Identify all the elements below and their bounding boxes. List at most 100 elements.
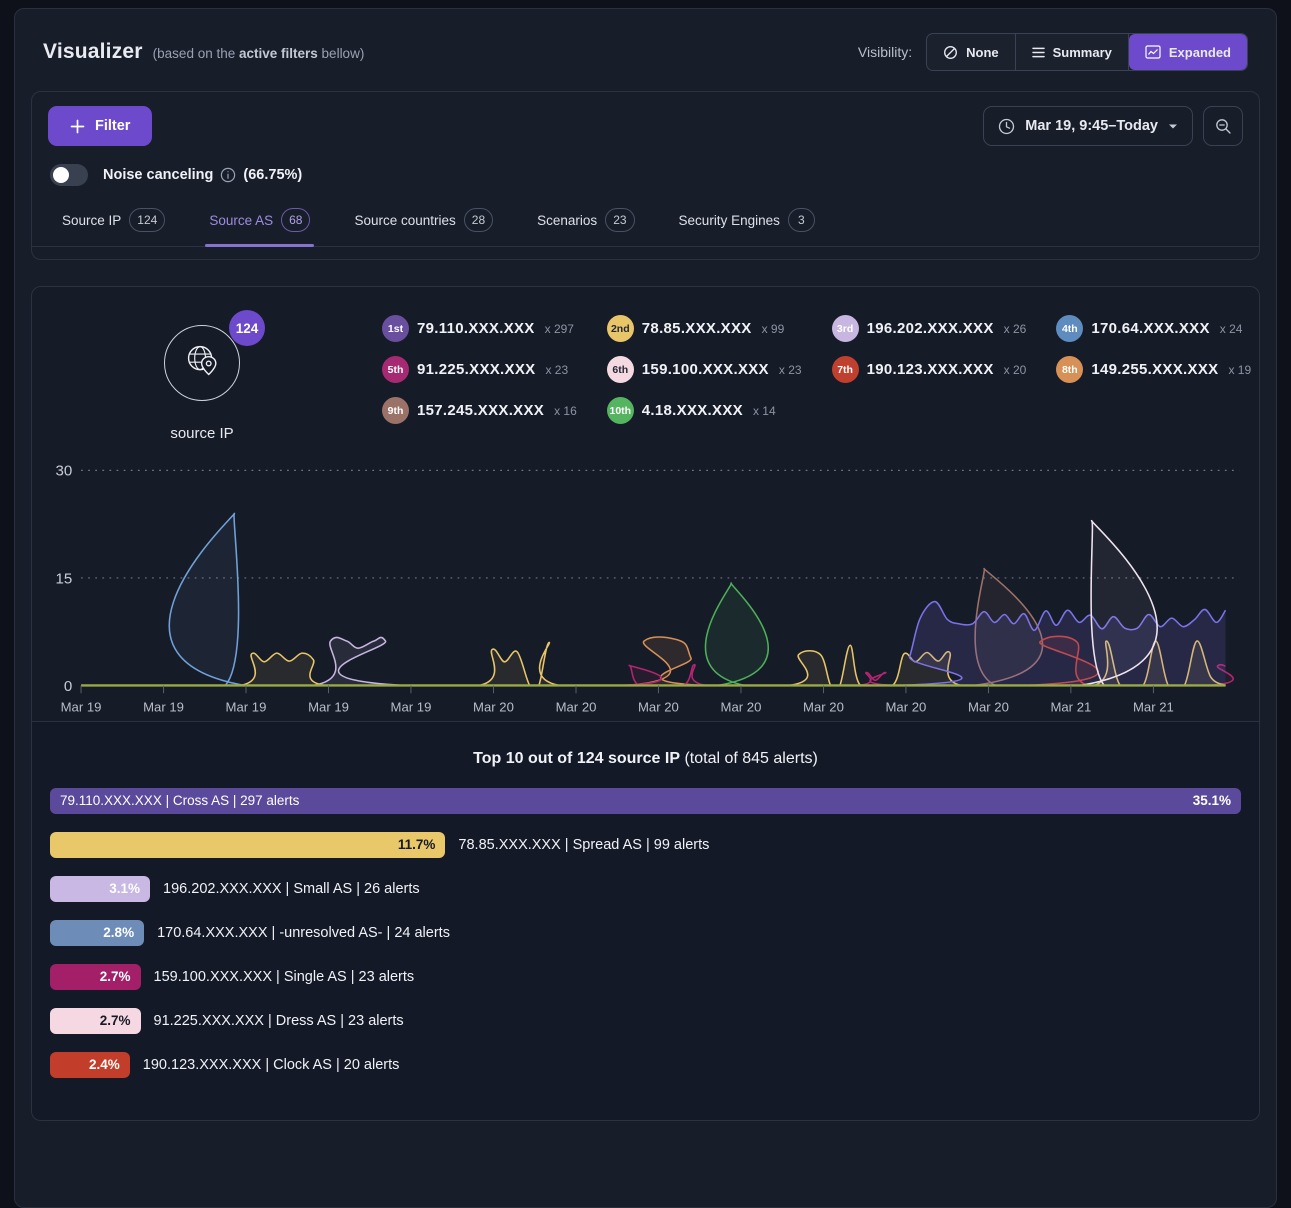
legend-item-8th[interactable]: 8th149.255.XXX.XXXx 19 [1056,356,1251,383]
legend-item-2nd[interactable]: 2nd 78.85.XXX.XXX x 99 [607,315,802,342]
bar-percentage: 2.7% [100,1013,131,1028]
zoom-out-button[interactable] [1203,106,1243,146]
legend-count: x 16 [554,404,577,418]
legend-item-4th[interactable]: 4th 170.64.XXX.XXX x 24 [1056,315,1251,342]
x-tick-label: Mar 19 [391,700,432,715]
toggle-knob [53,167,69,183]
expanded-icon [1145,45,1161,59]
visibility-option-expanded[interactable]: Expanded [1129,34,1247,70]
legend-item-9th[interactable]: 9th157.245.XXX.XXXx 16 [382,397,577,424]
legend-count: x 297 [545,322,574,336]
bar-label: 170.64.XXX.XXX | -unresolved AS- | 24 al… [157,925,450,941]
top10-bar: 2.7% [50,964,141,990]
filter-tabs: Source IP124 Source AS68 Source countries 2… [32,206,1259,247]
summary-icon [1032,47,1045,58]
bar-label: 159.100.XXX.XXX | Single AS | 23 alerts [154,969,415,985]
noise-canceling-value: (66.75%) [243,167,302,183]
top10-bar: 79.110.XXX.XXX | Cross AS | 297 alerts 35… [50,788,1241,814]
visibility-segmented-control: None Summary Expanded [926,33,1248,71]
tab-label: Scenarios [537,213,597,228]
x-tick-label: Mar 19 [226,700,267,715]
legend-count: x 24 [1220,322,1243,336]
legend-ip: 190.123.XXX.XXX [867,361,994,378]
tab-source-countries[interactable]: Source countries 28 [354,208,493,246]
visibility-option-summary[interactable]: Summary [1016,34,1129,70]
bar-percentage: 2.4% [89,1057,120,1072]
x-tick-label: Mar 19 [61,700,102,715]
card-header: Visualizer (based on the active filters … [31,9,1260,91]
top10-bar: 2.4% [50,1052,130,1078]
legend-count: x 23 [545,363,568,377]
top10-row: 2.7%91.225.XXX.XXX | Dress AS | 23 alert… [50,1008,1241,1034]
timeline-svg: 30150Mar 19Mar 19Mar 19Mar 19Mar 19Mar 2… [46,448,1245,721]
top10-row: 2.7% 159.100.XXX.XXX | Single AS | 23 ale… [50,964,1241,990]
bar-percentage: 35.1% [1193,793,1231,808]
top10-bar: 2.7% [50,1008,141,1034]
bar-label: 196.202.XXX.XXX | Small AS | 26 alerts [163,881,420,897]
rank-badge: 5th [382,356,409,383]
legend-ip: 78.85.XXX.XXX [642,320,752,337]
legend-count: x 14 [753,404,776,418]
rank-badge: 8th [1056,356,1083,383]
x-tick-label: Mar 20 [803,700,844,715]
filter-panel: Filter Mar 19, 9:45–Today [31,91,1260,260]
rank-badge: 3rd [832,315,859,342]
clock-icon [998,118,1015,135]
chart-legend: 1st79.110.XXX.XXXx 2972nd78.85.XXX.XXXx … [382,315,1251,442]
legend-item-1st[interactable]: 1st79.110.XXX.XXXx 297 [382,315,577,342]
visibility-option-label: None [966,45,999,60]
legend-item-5th[interactable]: 5th 91.225.XXX.XXX x 23 [382,356,577,383]
x-tick-label: Mar 19 [308,700,349,715]
noise-canceling-toggle[interactable] [50,164,88,186]
tab-label: Source countries [354,213,455,228]
top10-bar: 11.7% [50,832,445,858]
legend-ip: 196.202.XXX.XXX [867,320,994,337]
top10-row: 2.8%170.64.XXX.XXX | -unresolved AS- | 2… [50,920,1241,946]
legend-ip: 170.64.XXX.XXX [1091,320,1209,337]
legend-item-7th[interactable]: 7th190.123.XXX.XXXx 20 [832,356,1027,383]
source-ip-label: source IP [170,425,233,442]
legend-count: x 26 [1004,322,1027,336]
tab-count-badge: 28 [464,208,493,232]
tab-count-badge: 68 [281,208,310,232]
legend-item-10th[interactable]: 10th4.18.XXX.XXXx 14 [607,397,802,424]
bar-percentage: 2.7% [100,969,131,984]
legend-count: x 19 [1228,363,1251,377]
legend-ip: 159.100.XXX.XXX [642,361,769,378]
tab-source-ip[interactable]: Source IP124 [62,208,165,246]
top10-section: Top 10 out of 124 source IP (total of 84… [32,721,1259,1120]
svg-text:15: 15 [55,570,72,587]
tab-scenarios[interactable]: Scenarios23 [537,208,634,246]
visibility-option-label: Expanded [1169,45,1231,60]
x-tick-label: Mar 20 [968,700,1009,715]
x-tick-label: Mar 20 [721,700,762,715]
tab-source-as[interactable]: Source AS68 [209,208,310,246]
info-icon[interactable] [220,167,236,183]
bar-label: 78.85.XXX.XXX | Spread AS | 99 alerts [458,837,709,853]
page-title: Visualizer [43,40,143,64]
bar-label: 79.110.XXX.XXX | Cross AS | 297 alerts [60,793,299,808]
globe-pin-icon [179,338,225,389]
top10-row: 2.4%190.123.XXX.XXX | Clock AS | 20 aler… [50,1052,1241,1078]
add-filter-button[interactable]: Filter [48,106,152,146]
legend-item-6th[interactable]: 6th159.100.XXX.XXXx 23 [607,356,802,383]
alerts-timeline-chart: 30150Mar 19Mar 19Mar 19Mar 19Mar 19Mar 2… [32,442,1259,721]
date-range-button[interactable]: Mar 19, 9:45–Today [983,106,1193,146]
date-range-label: Mar 19, 9:45–Today [1025,118,1158,134]
caret-down-icon [1168,123,1178,130]
visibility-option-none[interactable]: None [927,34,1016,70]
legend-count: x 99 [762,322,785,336]
legend-ip: 79.110.XXX.XXX [417,320,535,337]
plus-icon [70,119,85,134]
zoom-out-icon [1215,118,1232,135]
page-subtitle: (based on the active filters bellow) [153,46,365,61]
top10-row: 3.1%196.202.XXX.XXX | Small AS | 26 aler… [50,876,1241,902]
tab-security-engines[interactable]: Security Engines3 [679,208,815,246]
rank-badge: 4th [1056,315,1083,342]
rank-badge: 2nd [607,315,634,342]
visibility-label: Visibility: [858,44,912,60]
legend-item-3rd[interactable]: 3rd 196.202.XXX.XXX x 26 [832,315,1027,342]
x-tick-label: Mar 19 [143,700,184,715]
tab-label: Source IP [62,213,121,228]
legend-ip: 91.225.XXX.XXX [417,361,535,378]
